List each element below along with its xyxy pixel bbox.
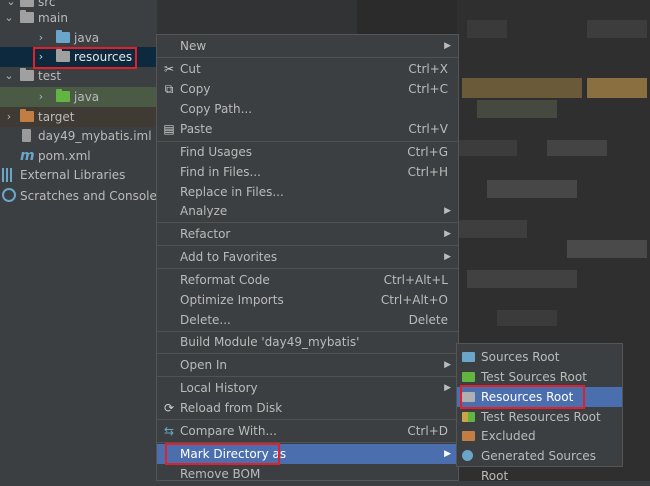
menu-separator <box>157 222 458 223</box>
submenu-arrow-icon: ▶ <box>444 252 451 262</box>
submenu-arrow-icon: ▶ <box>444 41 451 51</box>
menu-item-replace-in-files[interactable]: Replace in Files... <box>157 182 458 202</box>
menu-item-copy-path[interactable]: Copy Path... <box>157 99 458 119</box>
menu-item-new[interactable]: New ▶ <box>157 36 458 56</box>
annotation-box-resources <box>33 47 137 69</box>
menu-item-copy[interactable]: ⧉ Copy Ctrl+C <box>157 79 458 99</box>
submenu-item-generated-sources-root[interactable]: Generated Sources Root <box>457 446 622 483</box>
test-folder-icon <box>56 89 70 102</box>
library-icon <box>2 168 16 182</box>
menu-item-local-history[interactable]: Local History ▶ <box>157 378 458 398</box>
scratches-icon <box>2 188 16 202</box>
folder-icon <box>20 10 34 23</box>
tree-item-java[interactable]: › java <box>0 28 157 48</box>
tree-item-test-java[interactable]: › java <box>0 87 157 107</box>
clipboard-icon: ▤ <box>163 122 175 136</box>
submenu-arrow-icon: ▶ <box>444 229 451 239</box>
tree-item-external-libraries[interactable]: External Libraries <box>0 165 157 185</box>
source-folder-icon <box>56 30 70 43</box>
chevron-right-icon[interactable]: › <box>36 87 46 107</box>
tree-item-pom[interactable]: m pom.xml <box>0 146 157 166</box>
excluded-folder-icon <box>462 431 475 441</box>
menu-item-analyze[interactable]: Analyze ▶ <box>157 201 458 221</box>
submenu-item-sources-root[interactable]: Sources Root <box>457 347 622 367</box>
menu-separator <box>157 353 458 354</box>
folder-icon <box>20 0 34 7</box>
submenu-item-excluded[interactable]: Excluded <box>457 426 622 446</box>
tree-item-main[interactable]: ⌄ main <box>0 8 157 28</box>
menu-separator <box>157 57 458 58</box>
menu-item-build-module[interactable]: Build Module 'day49_mybatis' <box>157 332 458 352</box>
source-folder-icon <box>462 352 475 362</box>
menu-item-paste[interactable]: ▤ Paste Ctrl+V <box>157 119 458 139</box>
submenu-arrow-icon: ▶ <box>444 383 451 393</box>
test-resources-folder-icon <box>462 412 475 422</box>
menu-separator <box>157 268 458 269</box>
tree-item-iml[interactable]: day49_mybatis.iml <box>0 126 157 146</box>
menu-item-compare-with[interactable]: ⇆ Compare With... Ctrl+D <box>157 421 458 441</box>
line-number: 45 <box>295 0 313 4</box>
menu-item-refactor[interactable]: Refactor ▶ <box>157 224 458 244</box>
tree-item-scratches[interactable]: Scratches and Consoles <box>0 186 163 206</box>
tree-item-test[interactable]: ⌄ test <box>0 66 157 86</box>
project-tree: ⌄ src ⌄ main › java › resources ⌄ test ›… <box>0 0 163 481</box>
folder-icon <box>20 68 34 81</box>
menu-item-cut[interactable]: ✂ Cut Ctrl+X <box>157 59 458 79</box>
excluded-folder-icon <box>20 109 34 122</box>
menu-item-find-in-files[interactable]: Find in Files... Ctrl+H <box>157 162 458 182</box>
menu-item-delete[interactable]: Delete... Delete <box>157 310 458 330</box>
submenu-arrow-icon: ▶ <box>444 360 451 370</box>
submenu-arrow-icon: ▶ <box>444 449 451 459</box>
menu-item-reload-from-disk[interactable]: ⟳ Reload from Disk <box>157 398 458 418</box>
chevron-right-icon[interactable]: › <box>4 107 14 127</box>
annotation-box-resources-root <box>460 385 585 409</box>
annotation-box-mark-directory <box>165 443 280 465</box>
submenu-item-test-resources-root[interactable]: Test Resources Root <box>457 407 622 427</box>
menu-separator <box>157 419 458 420</box>
copy-icon: ⧉ <box>164 82 174 96</box>
submenu-item-test-sources-root[interactable]: Test Sources Root <box>457 367 622 387</box>
menu-item-add-to-favorites[interactable]: Add to Favorites ▶ <box>157 247 458 267</box>
generated-sources-icon <box>462 450 473 461</box>
chevron-down-icon[interactable]: ⌄ <box>4 66 14 86</box>
scissors-icon: ✂ <box>163 62 175 76</box>
tree-item-target[interactable]: › target <box>0 107 157 127</box>
chevron-down-icon[interactable]: ⌄ <box>4 8 14 28</box>
submenu-arrow-icon: ▶ <box>444 206 451 216</box>
menu-item-find-usages[interactable]: Find Usages Ctrl+G <box>157 142 458 162</box>
menu-item-optimize-imports[interactable]: Optimize Imports Ctrl+Alt+O <box>157 290 458 310</box>
file-icon <box>22 129 31 142</box>
menu-item-reformat-code[interactable]: Reformat Code Ctrl+Alt+L <box>157 270 458 290</box>
menu-separator <box>157 245 458 246</box>
maven-icon: m <box>20 148 35 164</box>
menu-separator <box>157 376 458 377</box>
compare-icon: ⇆ <box>163 424 175 438</box>
chevron-right-icon[interactable]: › <box>36 28 46 48</box>
menu-item-open-in[interactable]: Open In ▶ <box>157 355 458 375</box>
test-folder-icon <box>462 372 475 382</box>
reload-icon: ⟳ <box>163 401 175 415</box>
menu-item-remove-bom[interactable]: Remove BOM <box>157 464 458 484</box>
context-menu: New ▶ ✂ Cut Ctrl+X ⧉ Copy Ctrl+C Copy Pa… <box>156 34 459 481</box>
